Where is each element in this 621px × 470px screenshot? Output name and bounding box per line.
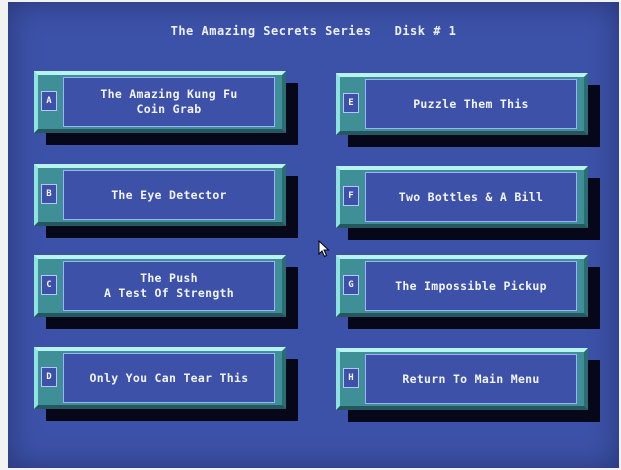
hotkey-badge-d: D <box>41 367 57 387</box>
menu-button-c[interactable]: C The Push A Test Of Strength <box>34 255 298 329</box>
button-label: Two Bottles & A Bill <box>365 172 577 222</box>
mouse-pointer-icon <box>318 239 330 262</box>
button-label: Return To Main Menu <box>365 354 577 404</box>
menu-screen: The Amazing Secrets Series Disk # 1 A Th… <box>8 2 619 468</box>
menu-button-d[interactable]: D Only You Can Tear This <box>34 347 298 421</box>
button-label: The Eye Detector <box>63 170 275 220</box>
hotkey-badge-e: E <box>343 93 359 113</box>
menu-button-f[interactable]: F Two Bottles & A Bill <box>336 166 600 240</box>
button-label: Only You Can Tear This <box>63 353 275 403</box>
menu-button-b[interactable]: B The Eye Detector <box>34 164 298 238</box>
hotkey-badge-a: A <box>41 91 57 111</box>
hotkey-badge-h: H <box>343 368 359 388</box>
button-label: Puzzle Them This <box>365 79 577 129</box>
hotkey-badge-c: C <box>41 275 57 295</box>
menu-button-g[interactable]: G The Impossible Pickup <box>336 255 600 329</box>
hotkey-badge-f: F <box>343 186 359 206</box>
menu-button-e[interactable]: E Puzzle Them This <box>336 73 600 147</box>
hotkey-badge-g: G <box>343 275 359 295</box>
button-label: The Amazing Kung Fu Coin Grab <box>63 77 275 127</box>
button-label: The Push A Test Of Strength <box>63 261 275 311</box>
page-title: The Amazing Secrets Series Disk # 1 <box>170 24 457 38</box>
menu-button-h[interactable]: H Return To Main Menu <box>336 348 600 422</box>
button-label: The Impossible Pickup <box>365 261 577 311</box>
hotkey-badge-b: B <box>41 184 57 204</box>
menu-button-a[interactable]: A The Amazing Kung Fu Coin Grab <box>34 71 298 145</box>
